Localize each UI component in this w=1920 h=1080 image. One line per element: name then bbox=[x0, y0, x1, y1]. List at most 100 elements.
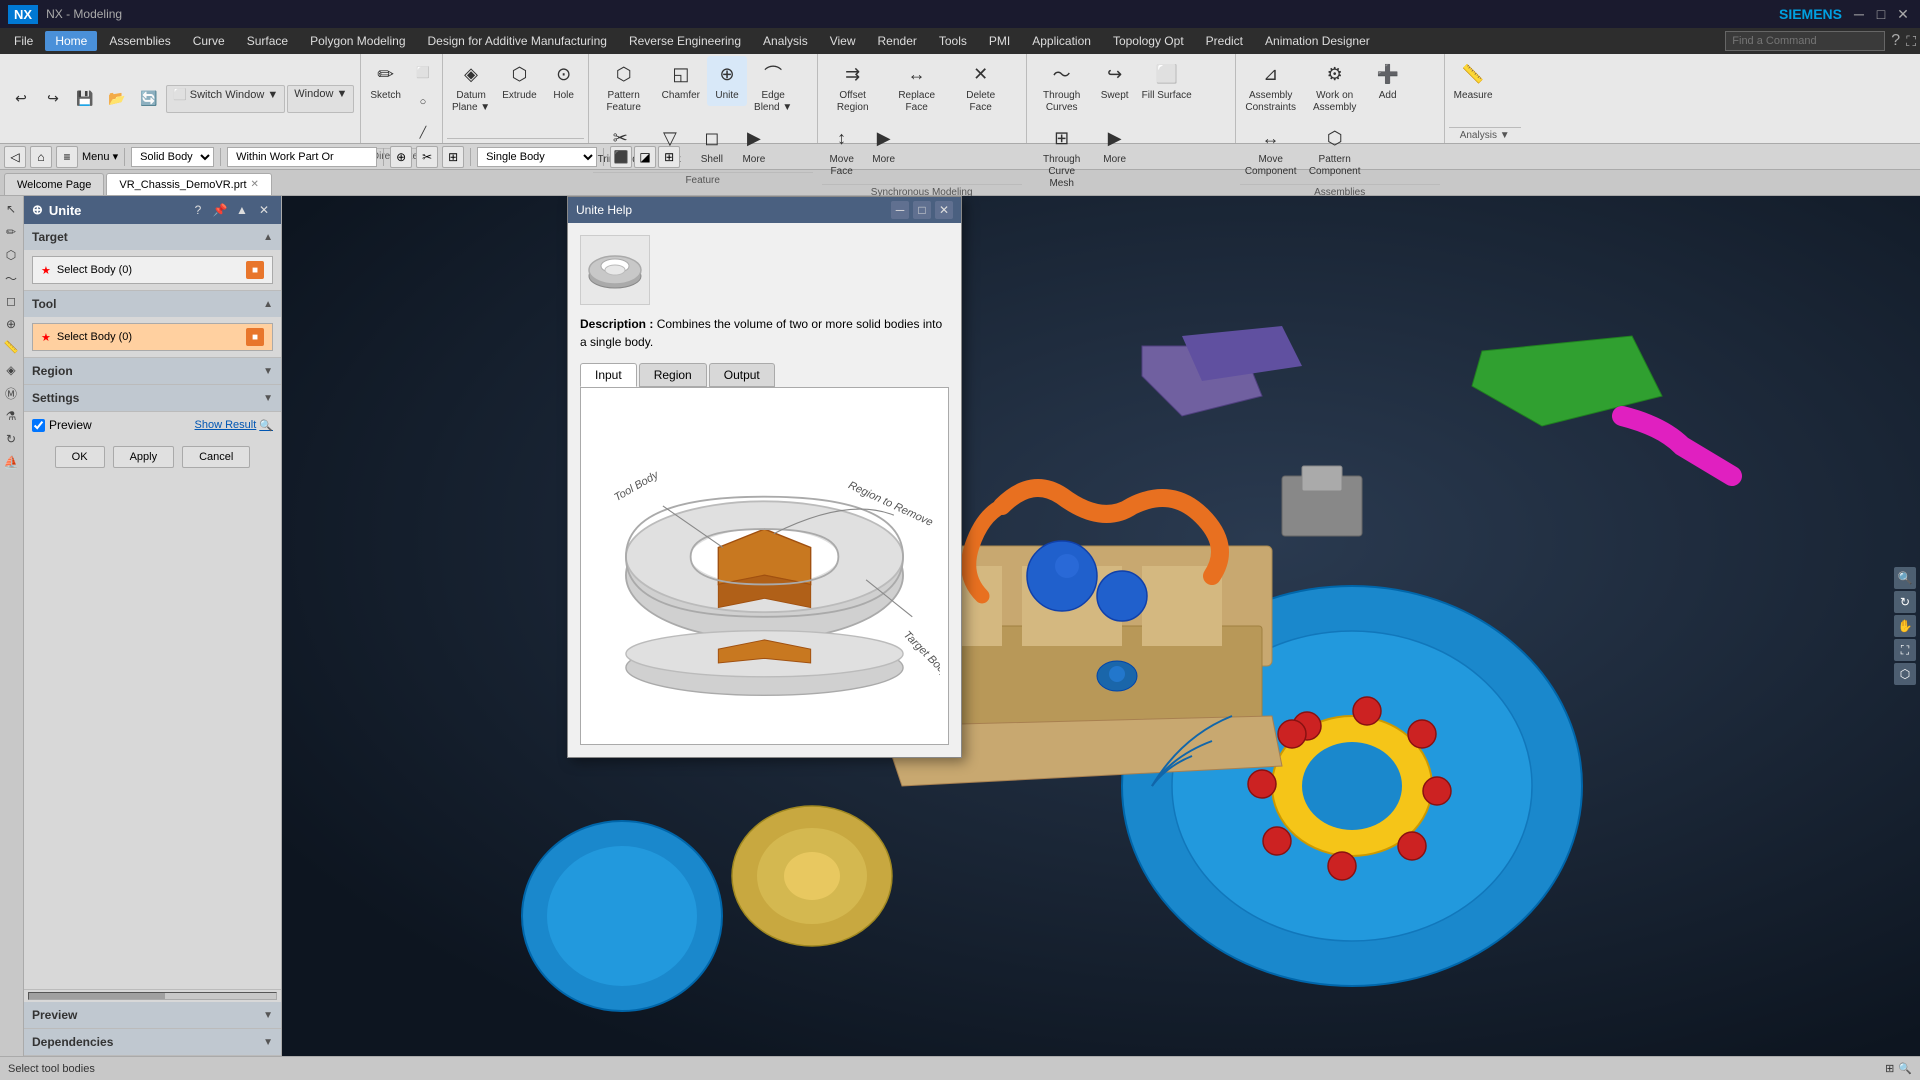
tb2-snap-button[interactable]: ⊕ bbox=[390, 146, 412, 168]
help-tab-region[interactable]: Region bbox=[639, 363, 707, 387]
help-icon[interactable]: ? bbox=[1891, 32, 1900, 50]
expand-icon[interactable]: ⛶ bbox=[1906, 33, 1916, 50]
preview-checkbox[interactable] bbox=[32, 419, 45, 432]
sketch-circle-button[interactable]: ○ bbox=[408, 88, 438, 116]
edge-blend-button[interactable]: ⌒ EdgeBlend ▼ bbox=[749, 56, 797, 118]
replace-face-button[interactable]: ↔ Replace Face bbox=[886, 56, 948, 118]
close-button[interactable]: ✕ bbox=[1894, 5, 1912, 23]
panel-pin-button[interactable]: 📌 bbox=[211, 201, 229, 219]
tab-welcome[interactable]: Welcome Page bbox=[4, 173, 104, 195]
target-select-body-button[interactable]: ★ Select Body (0) ■ bbox=[32, 256, 273, 284]
menu-tools[interactable]: Tools bbox=[929, 31, 977, 51]
apply-button[interactable]: Apply bbox=[113, 446, 175, 468]
tb2-cut-button[interactable]: ✂ bbox=[416, 146, 438, 168]
show-result-button[interactable]: Show Result 🔍 bbox=[195, 419, 273, 432]
lt-assembly-icon[interactable]: ⊕ bbox=[0, 313, 22, 335]
sketch-button[interactable]: ✏ Sketch bbox=[365, 56, 406, 106]
help-tab-input[interactable]: Input bbox=[580, 363, 637, 387]
add-button[interactable]: ➕ Add bbox=[1368, 56, 1408, 106]
viewport[interactable]: 🔍 ↻ ✋ ⛶ ⬡ Unite Help ─ □ ✕ bbox=[282, 196, 1920, 1056]
tb2-view3[interactable]: ⊞ bbox=[658, 146, 680, 168]
through-curve-mesh-button[interactable]: ⊞ Through Curve Mesh bbox=[1031, 120, 1093, 194]
tb2-grid-button[interactable]: ⊞ bbox=[442, 146, 464, 168]
menu-predict[interactable]: Predict bbox=[1196, 31, 1253, 51]
sync-more-button[interactable]: ▶ More bbox=[864, 120, 904, 170]
tab-chassis[interactable]: VR_Chassis_DemoVR.prt ✕ bbox=[106, 173, 272, 195]
vp-pan-icon[interactable]: ✋ bbox=[1894, 615, 1916, 637]
menu-pmi[interactable]: PMI bbox=[979, 31, 1020, 51]
menu-analysis[interactable]: Analysis bbox=[753, 31, 818, 51]
sketch-line-button[interactable]: ╱ bbox=[408, 118, 438, 146]
find-command-input[interactable] bbox=[1725, 31, 1885, 51]
menu-home[interactable]: Home bbox=[45, 31, 97, 51]
menu-polygon[interactable]: Polygon Modeling bbox=[300, 31, 415, 51]
sketch-rect-button[interactable]: ⬜ bbox=[408, 58, 438, 86]
vp-rotate-icon[interactable]: ↻ bbox=[1894, 591, 1916, 613]
tab-chassis-close[interactable]: ✕ bbox=[251, 179, 259, 190]
lt-surface-icon[interactable]: ◻ bbox=[0, 290, 22, 312]
lt-ship-icon[interactable]: ⛵ bbox=[0, 451, 22, 473]
delete-face-button[interactable]: ✕ Delete Face bbox=[950, 56, 1012, 118]
save-button[interactable]: 💾 bbox=[70, 85, 100, 113]
tool-select-body-button[interactable]: ★ Select Body (0) ■ bbox=[32, 323, 273, 351]
menu-topology[interactable]: Topology Opt bbox=[1103, 31, 1194, 51]
tb2-back-button[interactable]: ◁ bbox=[4, 146, 26, 168]
lt-sketch-icon[interactable]: ✏ bbox=[0, 221, 22, 243]
lt-motion-icon[interactable]: ↻ bbox=[0, 428, 22, 450]
menu-application[interactable]: Application bbox=[1022, 31, 1101, 51]
open-button[interactable]: 📂 bbox=[102, 85, 132, 113]
tb2-menu-button[interactable]: ≡ bbox=[56, 146, 78, 168]
preview-label[interactable]: Preview bbox=[32, 418, 92, 432]
dependencies-section-header[interactable]: Dependencies ▼ bbox=[24, 1029, 281, 1055]
panel-help-button[interactable]: ? bbox=[189, 201, 207, 219]
work-on-assembly-button[interactable]: ⚙ Work on Assembly bbox=[1304, 56, 1366, 118]
switch-window-button[interactable]: ⬜ Switch Window ▼ bbox=[166, 85, 285, 113]
measure-button[interactable]: 📏 Measure bbox=[1449, 56, 1498, 106]
refresh-button[interactable]: 🔄 bbox=[134, 85, 164, 113]
minimize-button[interactable]: ─ bbox=[1850, 5, 1868, 23]
hole-button[interactable]: ⊙ Hole bbox=[544, 56, 584, 106]
menu-assemblies[interactable]: Assemblies bbox=[99, 31, 180, 51]
pattern-component-button[interactable]: ⬡ Pattern Component bbox=[1304, 120, 1366, 182]
menu-render[interactable]: Render bbox=[868, 31, 927, 51]
menu-file[interactable]: File bbox=[4, 31, 43, 51]
vp-fit-icon[interactable]: ⛶ bbox=[1894, 639, 1916, 661]
move-face-button[interactable]: ↕ MoveFace bbox=[822, 120, 862, 182]
menu-surface[interactable]: Surface bbox=[237, 31, 298, 51]
unite-button[interactable]: ⊕ Unite bbox=[707, 56, 747, 106]
lt-feature-icon[interactable]: ⬡ bbox=[0, 244, 22, 266]
offset-region-button[interactable]: ⇉ Offset Region bbox=[822, 56, 884, 118]
through-curves-button[interactable]: 〜 Through Curves bbox=[1031, 56, 1093, 118]
window-menu-button[interactable]: Window ▼ bbox=[287, 85, 354, 113]
help-dialog-restore[interactable]: □ bbox=[913, 201, 931, 219]
tb2-view1[interactable]: ⬛ bbox=[610, 146, 632, 168]
lt-pmi-icon[interactable]: Ⓜ bbox=[0, 382, 22, 404]
feature-more-button[interactable]: ▶ More bbox=[734, 120, 774, 170]
window-controls[interactable]: ─ □ ✕ bbox=[1850, 5, 1912, 23]
redo-button[interactable]: ↪ bbox=[38, 85, 68, 113]
single-body-select[interactable]: Single Body bbox=[477, 147, 597, 167]
cancel-button[interactable]: Cancel bbox=[182, 446, 250, 468]
menu-animation[interactable]: Animation Designer bbox=[1255, 31, 1380, 51]
lt-select-icon[interactable]: ↖ bbox=[0, 198, 22, 220]
lt-measure-icon[interactable]: 📏 bbox=[0, 336, 22, 358]
fill-surface-button[interactable]: ⬜ Fill Surface bbox=[1137, 56, 1197, 106]
tool-section-header[interactable]: Tool ▲ bbox=[24, 291, 281, 317]
shell-button[interactable]: ◻ Shell bbox=[692, 120, 732, 170]
datum-plane-button[interactable]: ◈ DatumPlane ▼ bbox=[447, 56, 495, 118]
target-section-header[interactable]: Target ▲ bbox=[24, 224, 281, 250]
panel-close-button[interactable]: ✕ bbox=[255, 201, 273, 219]
lt-curve-icon[interactable]: 〜 bbox=[0, 267, 22, 289]
menu-curve[interactable]: Curve bbox=[183, 31, 235, 51]
undo-button[interactable]: ↩ bbox=[6, 85, 36, 113]
vp-zoom-icon[interactable]: 🔍 bbox=[1894, 567, 1916, 589]
menu-additive[interactable]: Design for Additive Manufacturing bbox=[418, 31, 617, 51]
ok-button[interactable]: OK bbox=[55, 446, 105, 468]
help-dialog-minimize[interactable]: ─ bbox=[891, 201, 909, 219]
region-section-header[interactable]: Region ▼ bbox=[24, 358, 281, 384]
menu-view[interactable]: View bbox=[820, 31, 866, 51]
tb2-home-button[interactable]: ⌂ bbox=[30, 146, 52, 168]
tb2-view2[interactable]: ◪ bbox=[634, 146, 656, 168]
pattern-feature-button[interactable]: ⬡ Pattern Feature bbox=[593, 56, 655, 118]
lt-render-icon[interactable]: ◈ bbox=[0, 359, 22, 381]
